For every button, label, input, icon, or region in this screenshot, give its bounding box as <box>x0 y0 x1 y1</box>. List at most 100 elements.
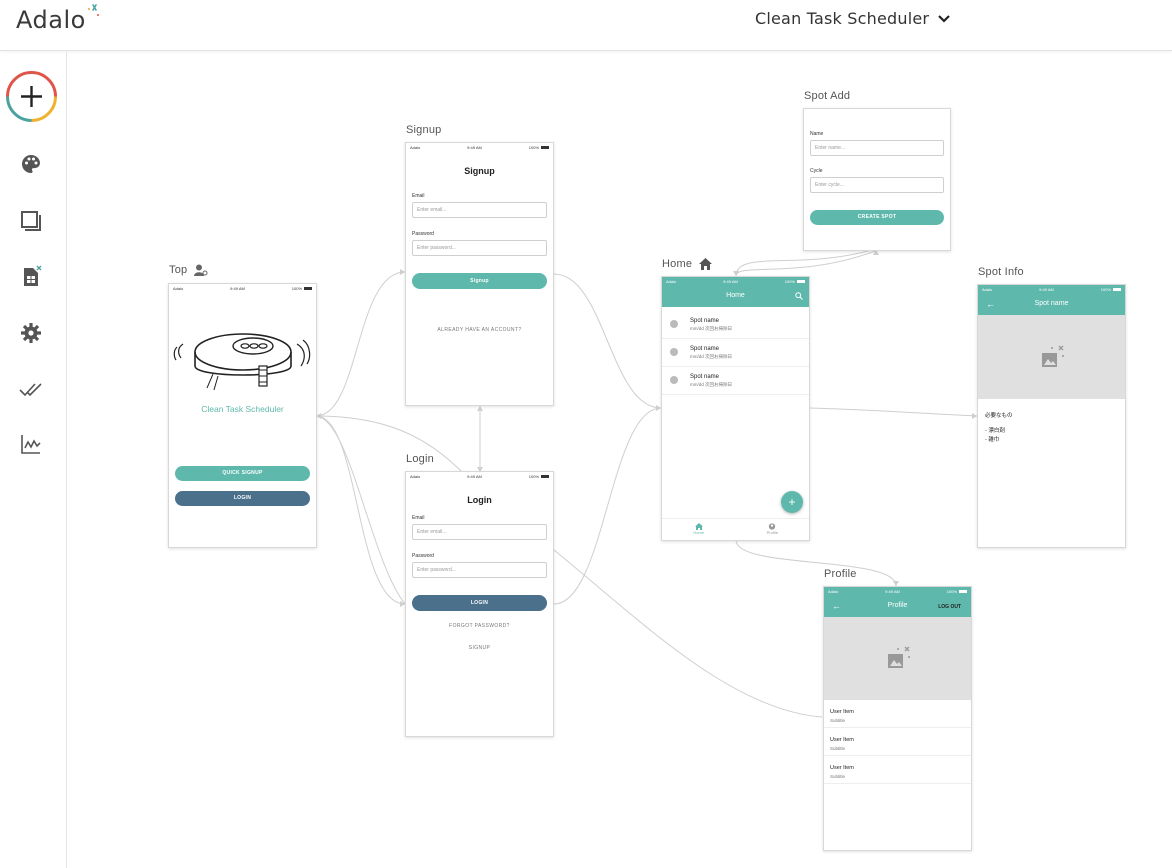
status-bar: Adalo 9:49 AM 100% <box>662 277 809 285</box>
publish-check-icon[interactable] <box>19 377 43 401</box>
password-field[interactable]: Enter password... <box>412 562 547 578</box>
login-submit-button[interactable]: LOGIN <box>412 595 547 611</box>
already-have-account-link[interactable]: ALREADY HAVE AN ACCOUNT? <box>406 327 553 333</box>
back-arrow-icon[interactable]: ← <box>832 595 841 617</box>
image-placeholder <box>978 315 1125 399</box>
home-title: Home <box>726 292 745 299</box>
screen-top[interactable]: Adalo 9:49 AM 100% Clean Task Scheduler … <box>168 283 317 548</box>
password-label: Password <box>412 231 434 237</box>
screen-label-spot-add: Spot Add <box>804 90 851 102</box>
status-bar: Adalo 9:49 AM 100% <box>978 285 1125 293</box>
signup-button[interactable]: Signup <box>412 273 547 289</box>
app-title[interactable]: Clean Task Scheduler <box>755 9 929 28</box>
adalo-editor: Adalo Clean Task Scheduler Top Adalo 9:4… <box>0 0 1172 868</box>
screens-icon[interactable] <box>19 209 43 233</box>
email-field[interactable]: Enter email... <box>412 524 547 540</box>
time: 9:49 AM <box>467 144 482 150</box>
app-name-text: Clean Task Scheduler <box>201 404 284 414</box>
needs-item: - 雑巾 <box>985 437 1000 443</box>
add-icon[interactable] <box>5 70 58 123</box>
screen-spot-info[interactable]: Adalo 9:49 AM 100% ← Spot name 必要なもの - 漂… <box>977 284 1126 548</box>
name-field[interactable]: Enter name... <box>810 140 944 156</box>
add-spot-fab[interactable]: + <box>781 491 803 513</box>
carrier: Adalo <box>982 286 993 292</box>
time: 9:49 AM <box>467 473 482 479</box>
needs-heading: 必要なもの <box>985 413 1013 419</box>
check-icon[interactable] <box>670 348 678 356</box>
list-item[interactable]: Spot name mm/dd 次回お掃除日 <box>662 339 809 367</box>
time: 9:49 AM <box>230 285 245 291</box>
screen-label-profile: Profile <box>824 568 857 580</box>
analytics-icon[interactable] <box>19 432 43 456</box>
signup-link[interactable]: SIGNUP <box>406 645 553 651</box>
profile-app-bar: ← Profile LOG OUT <box>824 595 971 617</box>
password-field[interactable]: Enter password... <box>412 240 547 256</box>
check-icon[interactable] <box>670 320 678 328</box>
user-item-title: User Item <box>830 737 854 743</box>
top-bar: Adalo Clean Task Scheduler <box>0 0 1172 51</box>
password-label: Password <box>412 553 434 559</box>
email-label: Email <box>412 193 425 199</box>
screen-login[interactable]: Adalo 9:49 AM 100% Login Email Enter ema… <box>405 471 554 737</box>
screen-home[interactable]: Adalo 9:49 AM 100% Home Spot name mm/dd … <box>661 276 810 541</box>
needs-item: - 漂白剤 <box>985 428 1005 434</box>
profile-title: Profile <box>887 602 908 609</box>
database-icon[interactable] <box>19 265 43 289</box>
spot-name: Spot name <box>690 346 720 352</box>
spot-name: Spot name <box>690 318 720 324</box>
screen-label-home: Home <box>662 258 693 270</box>
create-spot-button[interactable]: CREATE SPOT <box>810 210 944 225</box>
image-placeholder <box>824 617 971 700</box>
screen-label-top: Top <box>169 264 188 276</box>
left-toolbar <box>0 52 67 868</box>
login-button[interactable]: LOGIN <box>175 491 310 506</box>
image-icon <box>1042 345 1064 367</box>
list-item[interactable]: User Item Subtitle <box>824 728 971 756</box>
battery: 100% <box>529 474 549 479</box>
home-tab-icon <box>694 523 703 530</box>
screen-label-signup: Signup <box>406 124 442 136</box>
screen-label-spot-info: Spot Info <box>978 266 1024 278</box>
list-item[interactable]: Spot name mm/dd 次回お掃除日 <box>662 367 809 395</box>
screen-signup[interactable]: Adalo 9:49 AM 100% Signup Email Enter em… <box>405 142 554 406</box>
forgot-password-link[interactable]: FORGOT PASSWORD? <box>406 623 553 629</box>
cycle-field[interactable]: Enter cycle... <box>810 177 944 193</box>
spot-date: mm/dd 次回お掃除日 <box>690 382 733 387</box>
check-icon[interactable] <box>670 376 678 384</box>
screen-spot-add[interactable]: Name Enter name... Cycle Enter cycle... … <box>803 108 951 251</box>
spot-date: mm/dd 次回お掃除日 <box>690 354 733 359</box>
spot-date: mm/dd 次回お掃除日 <box>690 326 733 331</box>
list-item[interactable]: User Item Subtitle <box>824 700 971 728</box>
screen-profile[interactable]: Adalo 9:49 AM 100% ← Profile LOG OUT Use… <box>823 586 972 851</box>
search-icon[interactable] <box>795 292 803 300</box>
home-icon <box>699 258 712 270</box>
user-item-title: User Item <box>830 765 854 771</box>
battery: 100% <box>292 286 312 291</box>
robot-vacuum-illustration <box>173 333 310 391</box>
back-arrow-icon[interactable]: ← <box>986 293 995 315</box>
list-item[interactable]: User Item Subtitle <box>824 756 971 784</box>
adalo-logo[interactable]: Adalo <box>16 4 100 36</box>
battery: 100% <box>785 279 805 284</box>
home-app-bar: Home <box>662 285 809 307</box>
user-item-subtitle: Subtitle <box>830 718 846 723</box>
tab-home[interactable]: Home <box>662 519 736 540</box>
list-item[interactable]: Spot name mm/dd 次回お掃除日 <box>662 311 809 339</box>
status-bar: Adalo 9:49 AM 100% <box>406 472 553 480</box>
logout-button[interactable]: LOG OUT <box>938 596 961 618</box>
email-field[interactable]: Enter email... <box>412 202 547 218</box>
palette-icon[interactable] <box>19 152 43 176</box>
battery: 100% <box>529 145 549 150</box>
chevron-down-icon[interactable] <box>936 12 952 26</box>
quick-signup-button[interactable]: QUICK SIGNUP <box>175 466 310 481</box>
carrier: Adalo <box>173 285 184 291</box>
user-item-subtitle: Subtitle <box>830 774 846 779</box>
carrier: Adalo <box>828 588 839 594</box>
time: 9:49 AM <box>1039 286 1054 292</box>
user-item-subtitle: Subtitle <box>830 746 846 751</box>
tab-profile[interactable]: Profile <box>736 519 810 540</box>
profile-tab-icon <box>769 523 776 530</box>
battery: 100% <box>947 589 967 594</box>
time: 9:49 AM <box>885 588 900 594</box>
gear-icon[interactable] <box>19 321 43 345</box>
